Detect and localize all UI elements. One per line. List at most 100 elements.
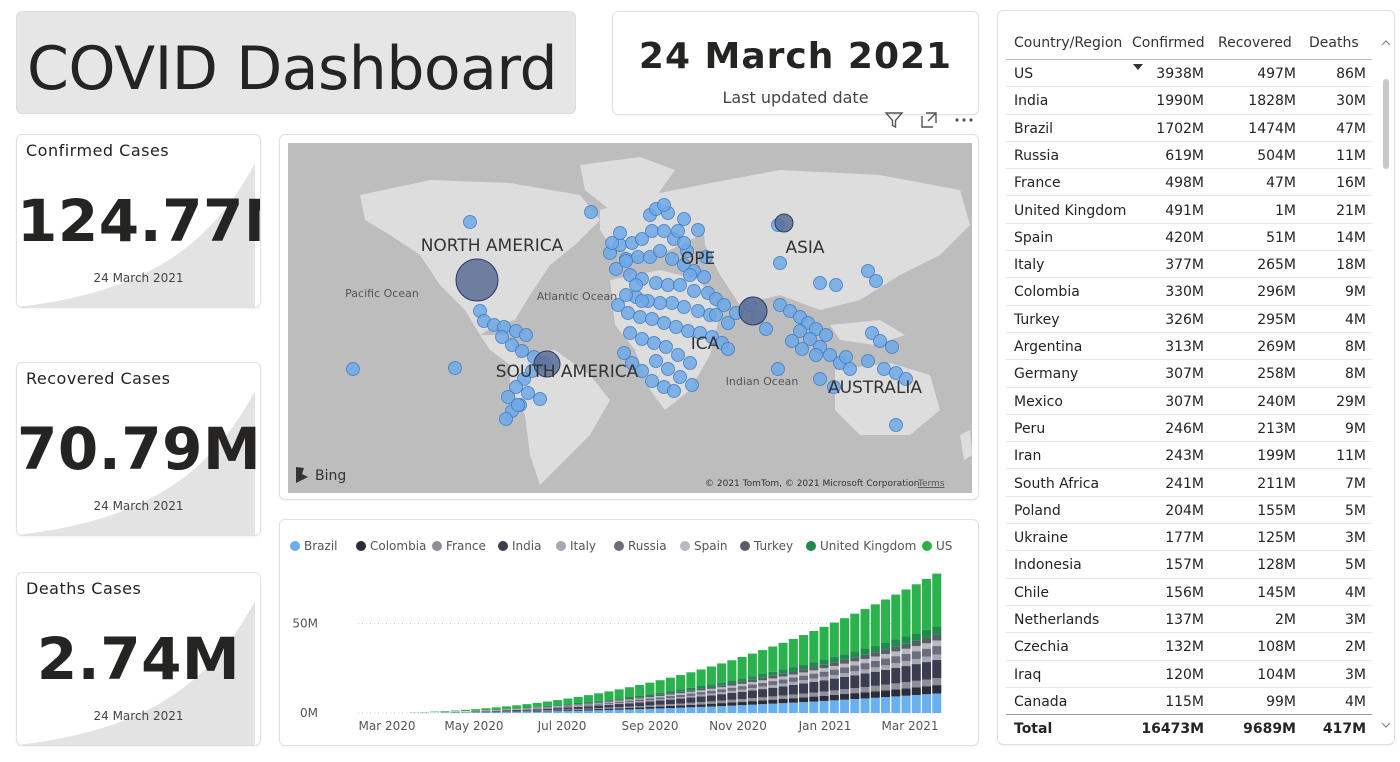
recovered-cases-title: Recovered Cases	[26, 369, 171, 388]
table-row[interactable]: Brazil 1702M 1474M 47M	[1006, 115, 1372, 142]
bar-segment	[778, 669, 788, 674]
table-row[interactable]: Netherlands 137M 2M 3M	[1006, 606, 1372, 634]
confirmed-value: 204M	[1165, 502, 1204, 519]
bar-segment	[881, 665, 891, 670]
table-row[interactable]: Italy 377M 265M 18M	[1006, 251, 1372, 279]
header-confirmed[interactable]: Confirmed	[1132, 35, 1205, 51]
table-row[interactable]: India 1990M 1828M 30M	[1006, 87, 1372, 115]
table-row[interactable]: Mexico 307M 240M 29M	[1006, 388, 1372, 415]
header-country-region[interactable]: Country/Region	[1014, 35, 1122, 51]
table-row[interactable]: Spain 420M 51M 14M	[1006, 224, 1372, 252]
table-row[interactable]: South Africa 241M 211M 7M	[1006, 470, 1372, 497]
table-row[interactable]: Colombia 330M 296M 9M	[1006, 278, 1372, 306]
legend-item[interactable]: Spain	[680, 539, 728, 553]
bar-segment	[737, 678, 747, 682]
bar-segment	[850, 693, 860, 700]
scroll-down-icon	[1381, 722, 1391, 728]
header-recovered[interactable]: Recovered	[1218, 35, 1292, 51]
cases-over-time-chart[interactable]: Brazil Colombia France India Italy Russia Spai…	[280, 520, 979, 746]
x-tick-label: Sep 2020	[622, 719, 679, 733]
map-terms-link[interactable]: Terms	[917, 479, 945, 489]
table-row[interactable]: Germany 307M 258M 8M	[1006, 360, 1372, 388]
chart-stacked-bars[interactable]	[409, 573, 942, 713]
header-deaths[interactable]: Deaths	[1309, 35, 1359, 51]
bar-segment	[635, 699, 645, 702]
legend-item[interactable]: Italy	[556, 539, 596, 553]
bar-segment	[522, 704, 532, 708]
table-row[interactable]: Iran 243M 199M 11M	[1006, 442, 1372, 470]
cases-over-time-chart-card[interactable]: Brazil Colombia France India Italy Russia Spai…	[279, 519, 979, 746]
table-row[interactable]: France 498M 47M 16M	[1006, 169, 1372, 197]
bar-segment	[542, 705, 552, 707]
bar-segment	[788, 684, 798, 695]
bar-segment	[471, 709, 481, 711]
more-options-icon[interactable]	[954, 110, 974, 135]
table-row[interactable]: Indonesia 157M 128M 5M	[1006, 551, 1372, 579]
world-map-card[interactable]: NORTH AMERICA ASIA SOUTH AMERICA AUSTRAL…	[279, 134, 979, 500]
bar-segment	[850, 613, 860, 652]
focus-mode-icon[interactable]	[919, 110, 939, 135]
table-row[interactable]: United Kingdom 491M 1M 21M	[1006, 197, 1372, 224]
x-tick-label: Nov 2020	[709, 719, 767, 733]
bar-segment	[840, 667, 850, 674]
legend-item[interactable]: Russia	[614, 539, 667, 553]
deaths-value: 3M	[1345, 666, 1366, 683]
world-map[interactable]: NORTH AMERICA ASIA SOUTH AMERICA AUSTRAL…	[280, 135, 979, 500]
bar-segment	[819, 695, 829, 701]
bar-segment	[614, 689, 624, 699]
table-row[interactable]: Chile 156M 145M 4M	[1006, 579, 1372, 606]
legend-item[interactable]: India	[498, 539, 541, 553]
table-row[interactable]: Argentina 313M 269M 8M	[1006, 333, 1372, 361]
chart-legend[interactable]: Brazil Colombia France India Italy Russia Spai…	[290, 539, 952, 553]
table-row[interactable]: Peru 246M 213M 9M	[1006, 415, 1372, 443]
bar-segment	[809, 681, 819, 693]
bar-segment	[809, 630, 819, 663]
bar-segment	[706, 688, 716, 691]
recovered-cases-date: 24 March 2021	[93, 499, 184, 513]
bar-segment	[481, 708, 491, 711]
legend-item[interactable]: France	[432, 539, 486, 553]
country-name: Indonesia	[1014, 557, 1082, 574]
bar-segment	[686, 693, 696, 696]
recovered-value: 497M	[1257, 66, 1296, 82]
legend-item[interactable]: Turkey	[740, 539, 793, 553]
bar-segment	[553, 704, 563, 706]
bar-segment	[829, 700, 839, 713]
recovered-value: 47M	[1266, 175, 1296, 192]
legend-marker	[680, 541, 690, 551]
country-bubble	[515, 344, 529, 358]
bar-segment	[881, 653, 891, 659]
table-row[interactable]: US 3938M 497M 86M	[1006, 60, 1372, 88]
bar-segment	[604, 709, 614, 713]
bar-segment	[440, 711, 450, 712]
table-row[interactable]: Turkey 326M 295M 4M	[1006, 306, 1372, 333]
legend-marker	[356, 541, 366, 551]
bar-segment	[809, 692, 819, 697]
bar-segment	[717, 685, 727, 688]
table-scrollbar[interactable]	[1381, 39, 1391, 729]
legend-item[interactable]: Colombia	[356, 539, 426, 553]
country-table-card[interactable]: Country/Region Confirmed Recovered Death…	[997, 10, 1395, 745]
table-row[interactable]: Ukraine 177M 125M 3M	[1006, 524, 1372, 552]
table-row[interactable]: Russia 619M 504M 11M	[1006, 142, 1372, 170]
bar-segment	[512, 705, 522, 709]
country-bubble	[499, 412, 513, 426]
recovered-cases-card[interactable]: Recovered Cases 70.79M 24 March 2021	[16, 362, 261, 536]
country-bubble	[645, 224, 659, 238]
legend-item[interactable]: United Kingdom	[806, 539, 916, 553]
country-bubble	[633, 310, 647, 324]
deaths-cases-card[interactable]: Deaths Cases 2.74M 24 March 2021	[16, 572, 261, 746]
bar-segment	[737, 689, 747, 692]
legend-item[interactable]: Brazil	[290, 539, 338, 553]
legend-item[interactable]: US	[922, 539, 952, 553]
filter-icon[interactable]	[884, 110, 904, 135]
bar-segment	[665, 708, 675, 713]
bar-segment	[717, 692, 727, 695]
bar-segment	[624, 707, 634, 710]
last-updated-card[interactable]: 24 March 2021 Last updated date	[612, 11, 979, 115]
table-row[interactable]: Poland 204M 155M 5M	[1006, 497, 1372, 525]
table-row[interactable]: Iraq 120M 104M 3M	[1006, 661, 1372, 688]
table-row[interactable]: Czechia 132M 108M 2M	[1006, 633, 1372, 661]
confirmed-cases-card[interactable]: Confirmed Cases 124.77M 24 March 2021	[16, 134, 261, 308]
table-row[interactable]: Canada 115M 99M 4M	[1006, 688, 1372, 716]
